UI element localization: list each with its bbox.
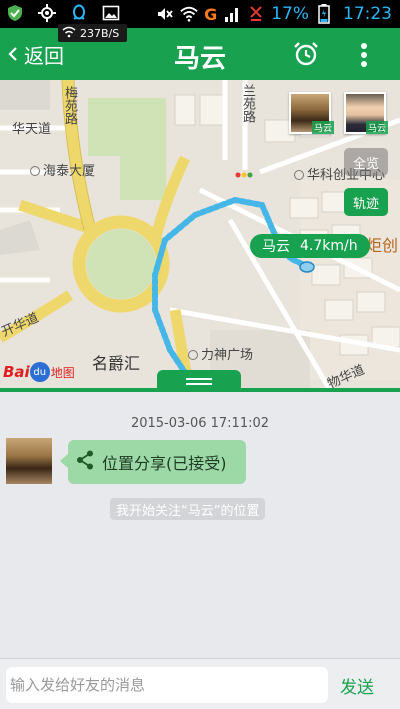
baidu-paw-icon: du	[29, 362, 50, 382]
wifi-icon	[62, 26, 76, 41]
clock: 17:23	[343, 4, 392, 24]
gallery-icon	[102, 4, 120, 22]
poi-marker-icon	[294, 170, 304, 180]
mute-icon	[156, 5, 174, 23]
avatar-caption: 马云	[312, 121, 335, 134]
network-speed-text: 237B/S	[80, 26, 120, 40]
message-input-bar: 发送	[0, 658, 400, 709]
no-signal-icon	[247, 5, 265, 23]
battery-icon	[315, 4, 333, 24]
map-road-label: 华天道	[12, 122, 52, 137]
poi-marker-icon	[188, 350, 198, 360]
chevron-left-icon	[8, 43, 18, 67]
system-notice: 我开始关注“马云”的位置	[110, 498, 266, 520]
map-road-label: 兰苑路	[240, 84, 255, 123]
signal-g-icon: G	[204, 4, 218, 24]
message-text: 位置分享(已接受)	[102, 454, 227, 473]
share-icon	[76, 450, 94, 474]
track-button[interactable]: 轨迹	[344, 188, 388, 216]
battery-percent: 17%	[271, 4, 309, 24]
message-timestamp: 2015-03-06 17:11:02	[130, 416, 270, 431]
overview-button[interactable]: 全览	[344, 148, 388, 176]
map-view[interactable]: 梅苑路 兰苑路 华天道 海泰大厦 华科创业中心 开华道 名爵汇 力神广场 物华道…	[0, 80, 400, 390]
map-area-label: 炬创	[366, 236, 399, 255]
map-area-label: 名爵汇	[92, 354, 141, 373]
send-button[interactable]: 发送	[340, 673, 374, 698]
map-drag-handle[interactable]	[157, 370, 241, 392]
location-share-message[interactable]: 位置分享(已接受)	[60, 440, 246, 484]
avatar-caption: 马云	[366, 121, 389, 134]
speed-bubble-value: 4.7km/h	[300, 238, 358, 254]
more-vertical-icon	[354, 43, 374, 74]
map-poi-label: 力神广场	[188, 344, 253, 363]
wifi-icon	[180, 5, 198, 23]
map-road-label: 梅苑路	[62, 86, 77, 125]
alarm-clock-icon	[292, 42, 320, 72]
back-button[interactable]: 返回	[8, 40, 64, 69]
shield-icon	[6, 4, 24, 22]
gps-icon	[38, 4, 56, 22]
sender-avatar[interactable]	[6, 438, 52, 484]
poi-marker-icon	[30, 166, 40, 176]
network-speed-chip: 237B/S	[58, 24, 128, 42]
signal-bars-icon	[223, 5, 241, 23]
more-menu-button[interactable]	[354, 40, 374, 70]
baidu-map-logo: Bai du 地图	[3, 362, 75, 382]
speed-bubble: 马云 4.7km/h	[250, 234, 370, 258]
qq-icon	[70, 4, 88, 22]
alarm-clock-button[interactable]	[292, 40, 320, 68]
speed-bubble-name: 马云	[262, 239, 290, 255]
back-label: 返回	[24, 44, 64, 68]
message-input[interactable]	[6, 667, 328, 703]
map-poi-label: 海泰大厦	[30, 160, 95, 179]
